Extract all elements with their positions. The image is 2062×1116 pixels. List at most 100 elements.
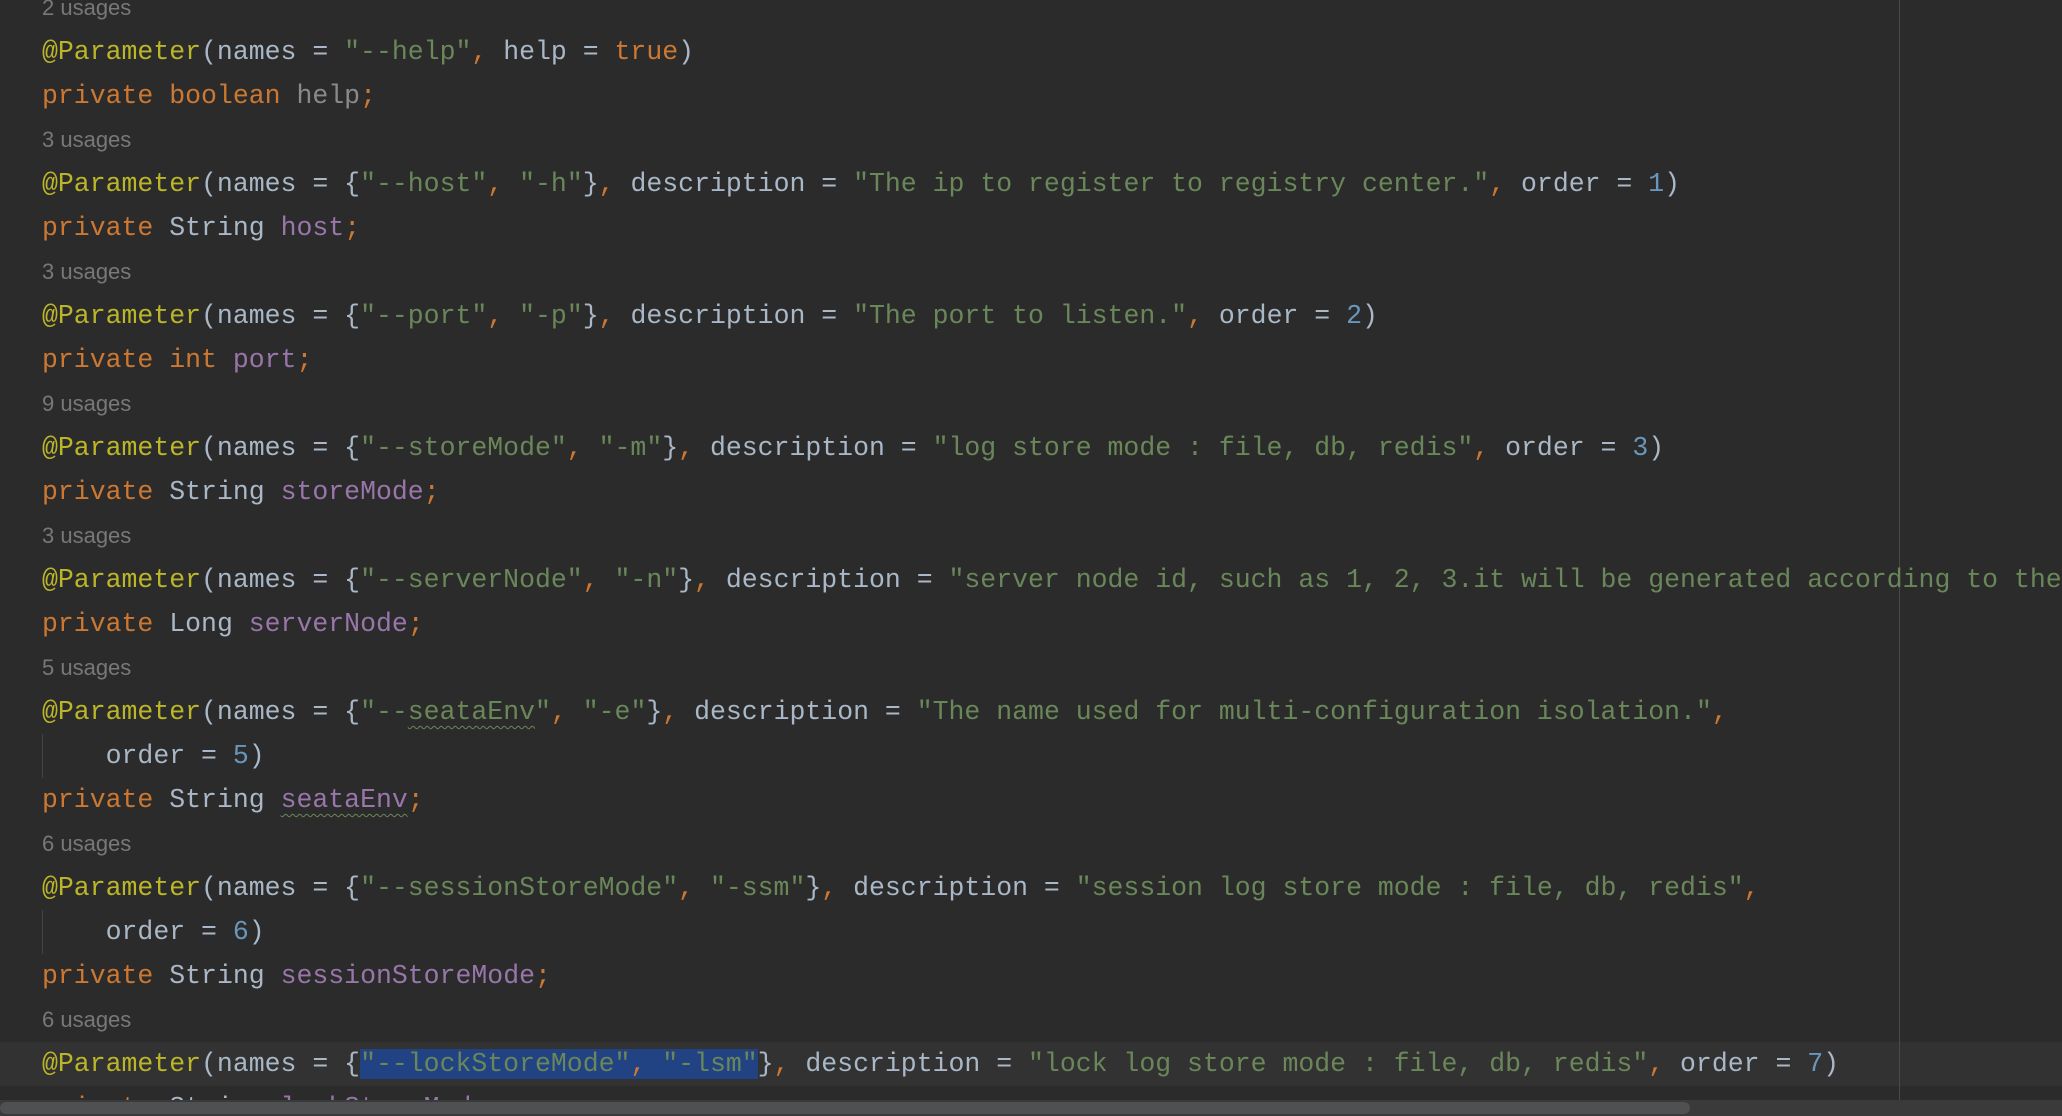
code-token: description = bbox=[725, 565, 949, 595]
horizontal-scrollbar[interactable] bbox=[0, 1100, 2062, 1116]
scrollbar-thumb[interactable] bbox=[0, 1102, 1690, 1114]
code-token: } bbox=[757, 1049, 774, 1079]
code-token: , bbox=[566, 433, 599, 463]
code-token: @Parameter bbox=[42, 1049, 202, 1079]
code-token: "--sessionStoreMode" bbox=[360, 873, 679, 903]
code-token: host bbox=[280, 213, 345, 243]
code-token: "The port to listen." bbox=[853, 301, 1188, 331]
code-line: @Parameter(names = {"--storeMode", "-m"}… bbox=[42, 426, 1664, 470]
code-token: (names = { bbox=[201, 1049, 361, 1079]
usages-hint[interactable]: 2 usages bbox=[42, 0, 131, 30]
code-token: " bbox=[535, 697, 551, 727]
code-line: order = 6) bbox=[42, 910, 265, 954]
code-token: @Parameter bbox=[42, 433, 202, 463]
code-token: ; bbox=[344, 213, 361, 243]
code-line: private boolean help; bbox=[42, 74, 376, 118]
code-token: , bbox=[773, 1049, 806, 1079]
selected-text: , bbox=[630, 1049, 663, 1079]
code-token: , bbox=[487, 301, 520, 331]
code-token: , bbox=[582, 565, 615, 595]
code-token: , bbox=[662, 697, 695, 727]
code-token: String bbox=[169, 785, 281, 815]
code-token: private bbox=[42, 213, 170, 243]
code-token: ) bbox=[678, 37, 695, 67]
code-token: "-n" bbox=[614, 565, 679, 595]
code-token: ; bbox=[407, 609, 424, 639]
code-editor[interactable]: 2 usages @Parameter(names = "--help", hel… bbox=[0, 0, 2062, 1100]
code-token: @Parameter bbox=[42, 565, 202, 595]
code-token: , bbox=[1187, 301, 1219, 331]
code-line: @Parameter(names = {"--lockStoreMode", "… bbox=[42, 1042, 1839, 1086]
code-line: @Parameter(names = {"--serverNode", "-n"… bbox=[42, 558, 2062, 602]
code-token: lockStoreMode bbox=[281, 1093, 488, 1100]
code-token: 3 bbox=[1632, 433, 1649, 463]
typo-warning-token: seataEnv bbox=[280, 785, 408, 815]
selected-text: "-lsm" bbox=[662, 1049, 758, 1079]
code-token: description = bbox=[630, 301, 854, 331]
code-line: private String seataEnv; bbox=[42, 778, 424, 822]
code-token: "The ip to register to registry center." bbox=[853, 169, 1490, 199]
code-token: (names = { bbox=[201, 433, 361, 463]
code-token: @Parameter bbox=[42, 697, 202, 727]
code-token: , bbox=[678, 873, 710, 903]
code-token: , bbox=[694, 565, 726, 595]
code-token: order = bbox=[1218, 301, 1347, 331]
selected-text: "--lockStoreMode" bbox=[360, 1049, 631, 1079]
code-token: } bbox=[582, 169, 599, 199]
usages-hint[interactable]: 3 usages bbox=[42, 514, 131, 558]
code-token: @Parameter bbox=[42, 169, 202, 199]
code-token: "--host" bbox=[360, 169, 488, 199]
code-line: private Long serverNode; bbox=[42, 602, 424, 646]
code-token: order = bbox=[1680, 1049, 1808, 1079]
code-token: ; bbox=[360, 81, 376, 111]
code-token: } bbox=[805, 873, 822, 903]
code-token: "-ssm" bbox=[709, 873, 806, 903]
code-token: , bbox=[598, 301, 631, 331]
code-token: description = bbox=[853, 873, 1076, 903]
usages-hint[interactable]: 6 usages bbox=[42, 822, 131, 866]
usages-hint[interactable]: 3 usages bbox=[42, 118, 131, 162]
code-token: 7 bbox=[1807, 1049, 1824, 1079]
code-token: String bbox=[169, 477, 281, 507]
code-token: sessionStoreMode bbox=[280, 961, 536, 991]
usages-hint[interactable]: 5 usages bbox=[42, 646, 131, 690]
code-token: @Parameter bbox=[42, 37, 202, 67]
code-token: "The name used for multi-configuration i… bbox=[916, 697, 1712, 727]
usages-hint[interactable]: 9 usages bbox=[42, 382, 131, 426]
code-token: ; bbox=[423, 477, 440, 507]
code-token: 6 bbox=[232, 917, 249, 947]
code-token: @Parameter bbox=[42, 873, 202, 903]
usages-hint[interactable]: 3 usages bbox=[42, 250, 131, 294]
code-token: "lock log store mode : file, db, redis" bbox=[1028, 1049, 1649, 1079]
code-line: @Parameter(names = {"--sessionStoreMode"… bbox=[42, 866, 1760, 910]
code-token: , bbox=[678, 433, 710, 463]
code-token: (names = { bbox=[201, 873, 361, 903]
code-token: help = bbox=[503, 37, 615, 67]
code-token: , bbox=[550, 697, 583, 727]
usages-hint[interactable]: 6 usages bbox=[42, 998, 131, 1042]
code-token: description = bbox=[694, 697, 917, 727]
code-token: private boolean bbox=[42, 81, 297, 111]
code-token: private bbox=[42, 785, 170, 815]
code-token: ; bbox=[296, 345, 313, 375]
code-token: "--serverNode" bbox=[360, 565, 583, 595]
code-token: String bbox=[169, 961, 281, 991]
code-token: ) bbox=[1823, 1049, 1840, 1079]
code-line: order = 5) bbox=[42, 734, 265, 778]
code-token: order = bbox=[42, 741, 233, 771]
code-token: order = bbox=[42, 917, 233, 947]
code-token: order = bbox=[1521, 169, 1649, 199]
code-token: } bbox=[582, 301, 599, 331]
code-token: "--storeMode" bbox=[360, 433, 567, 463]
code-line: private String host; bbox=[42, 206, 360, 250]
code-token: port bbox=[232, 345, 297, 375]
code-token: (names = { bbox=[201, 697, 361, 727]
code-token: private bbox=[42, 477, 170, 507]
code-token: description = bbox=[805, 1049, 1029, 1079]
code-line: @Parameter(names = {"--port", "-p"}, des… bbox=[42, 294, 1378, 338]
code-token: ) bbox=[1648, 433, 1665, 463]
code-token: Long bbox=[169, 609, 249, 639]
code-token: } bbox=[678, 565, 695, 595]
code-line: @Parameter(names = "--help", help = true… bbox=[42, 30, 694, 74]
code-token: "log store mode : file, db, redis" bbox=[932, 433, 1474, 463]
